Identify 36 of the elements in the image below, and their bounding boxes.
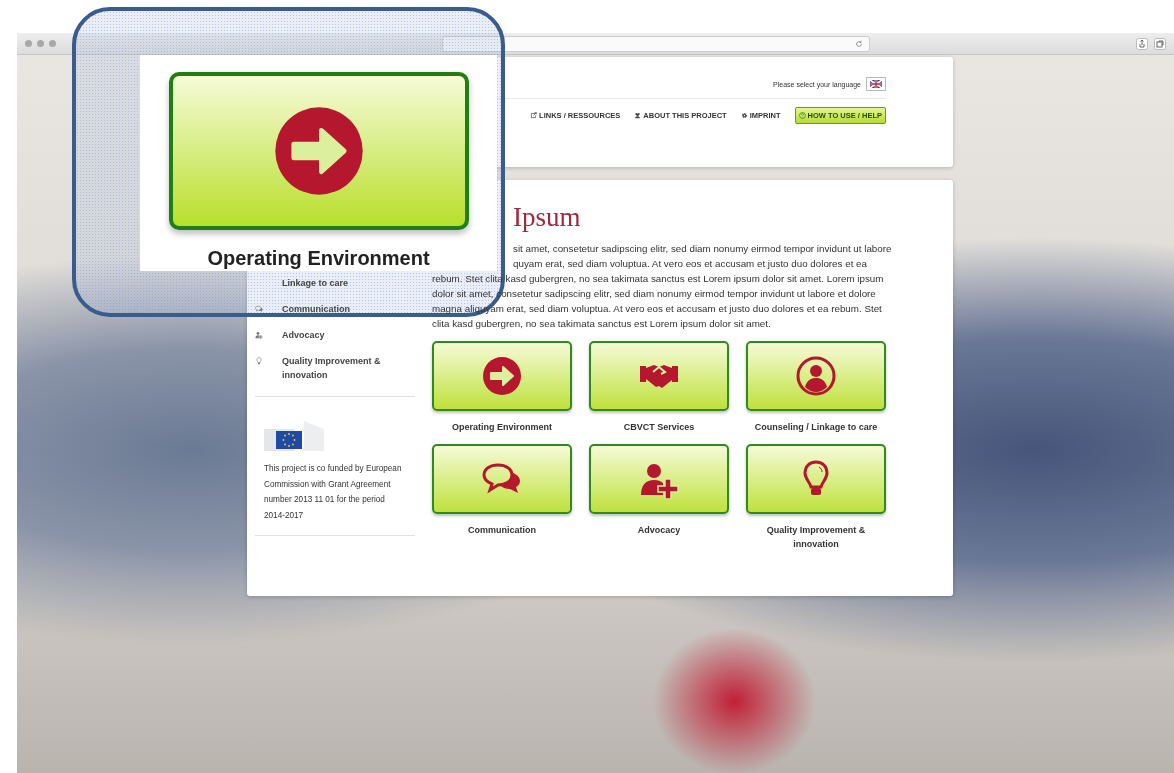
language-button[interactable] (866, 77, 886, 91)
tile-label: Advocacy (636, 524, 682, 537)
category-tile[interactable] (589, 341, 729, 411)
sidebar-item[interactable]: Linkage to care (255, 276, 415, 290)
sidebar-item[interactable]: Quality Improvement & innovation (255, 354, 415, 382)
tile-label: Communication (467, 524, 537, 537)
tile-label: Quality Improvement & innovation (765, 524, 867, 551)
settings-icon (740, 112, 748, 119)
category-tile[interactable] (589, 444, 729, 514)
paragraph-line: quyam erat, sed diam voluptua. At vero eos et accusam et justo duo dolores et ea (512, 257, 868, 271)
speech-bubbles-icon (255, 305, 263, 313)
category-tile[interactable] (432, 444, 572, 514)
page-heading: Ipsum (513, 202, 582, 232)
person-plus-icon (255, 331, 263, 339)
tabs-icon[interactable] (1154, 37, 1166, 50)
share-icon[interactable] (1136, 37, 1148, 50)
category-tile[interactable] (746, 444, 886, 514)
arrow-circle-icon (482, 356, 522, 396)
category-tile[interactable] (746, 341, 886, 411)
category-tile[interactable] (168, 72, 469, 230)
paragraph-line: clita kasd gubergren, no sea takimata sanctus est Lorem ipsum dolor sit amet. (432, 317, 772, 331)
funding-note: This project is co funded by European Commission with Grant Agreement number 2013 11 01 for the period 2014-2017 (264, 463, 403, 522)
person-circle-icon (796, 356, 836, 396)
sidebar-item[interactable]: Advocacy (255, 328, 415, 342)
tile-label: Operating Environment (207, 246, 430, 270)
tile-label: CBVCT Services (622, 421, 696, 434)
help-icon (798, 112, 806, 119)
flag-icon (870, 80, 882, 88)
arrow-circle-icon (272, 105, 365, 197)
external-link-icon (530, 112, 538, 119)
lightbulb-icon (255, 357, 263, 365)
sidebar-item[interactable]: Communication (255, 302, 415, 316)
tile-label: Operating Environment (451, 421, 553, 434)
paragraph-line: sit amet, consetetur sadipscing elitr, sed diam nonumy eirmod tempor invidunt ut labore (512, 242, 893, 256)
tile-label: Counseling / Linkage to care (753, 421, 879, 434)
category-tile[interactable] (432, 341, 572, 411)
